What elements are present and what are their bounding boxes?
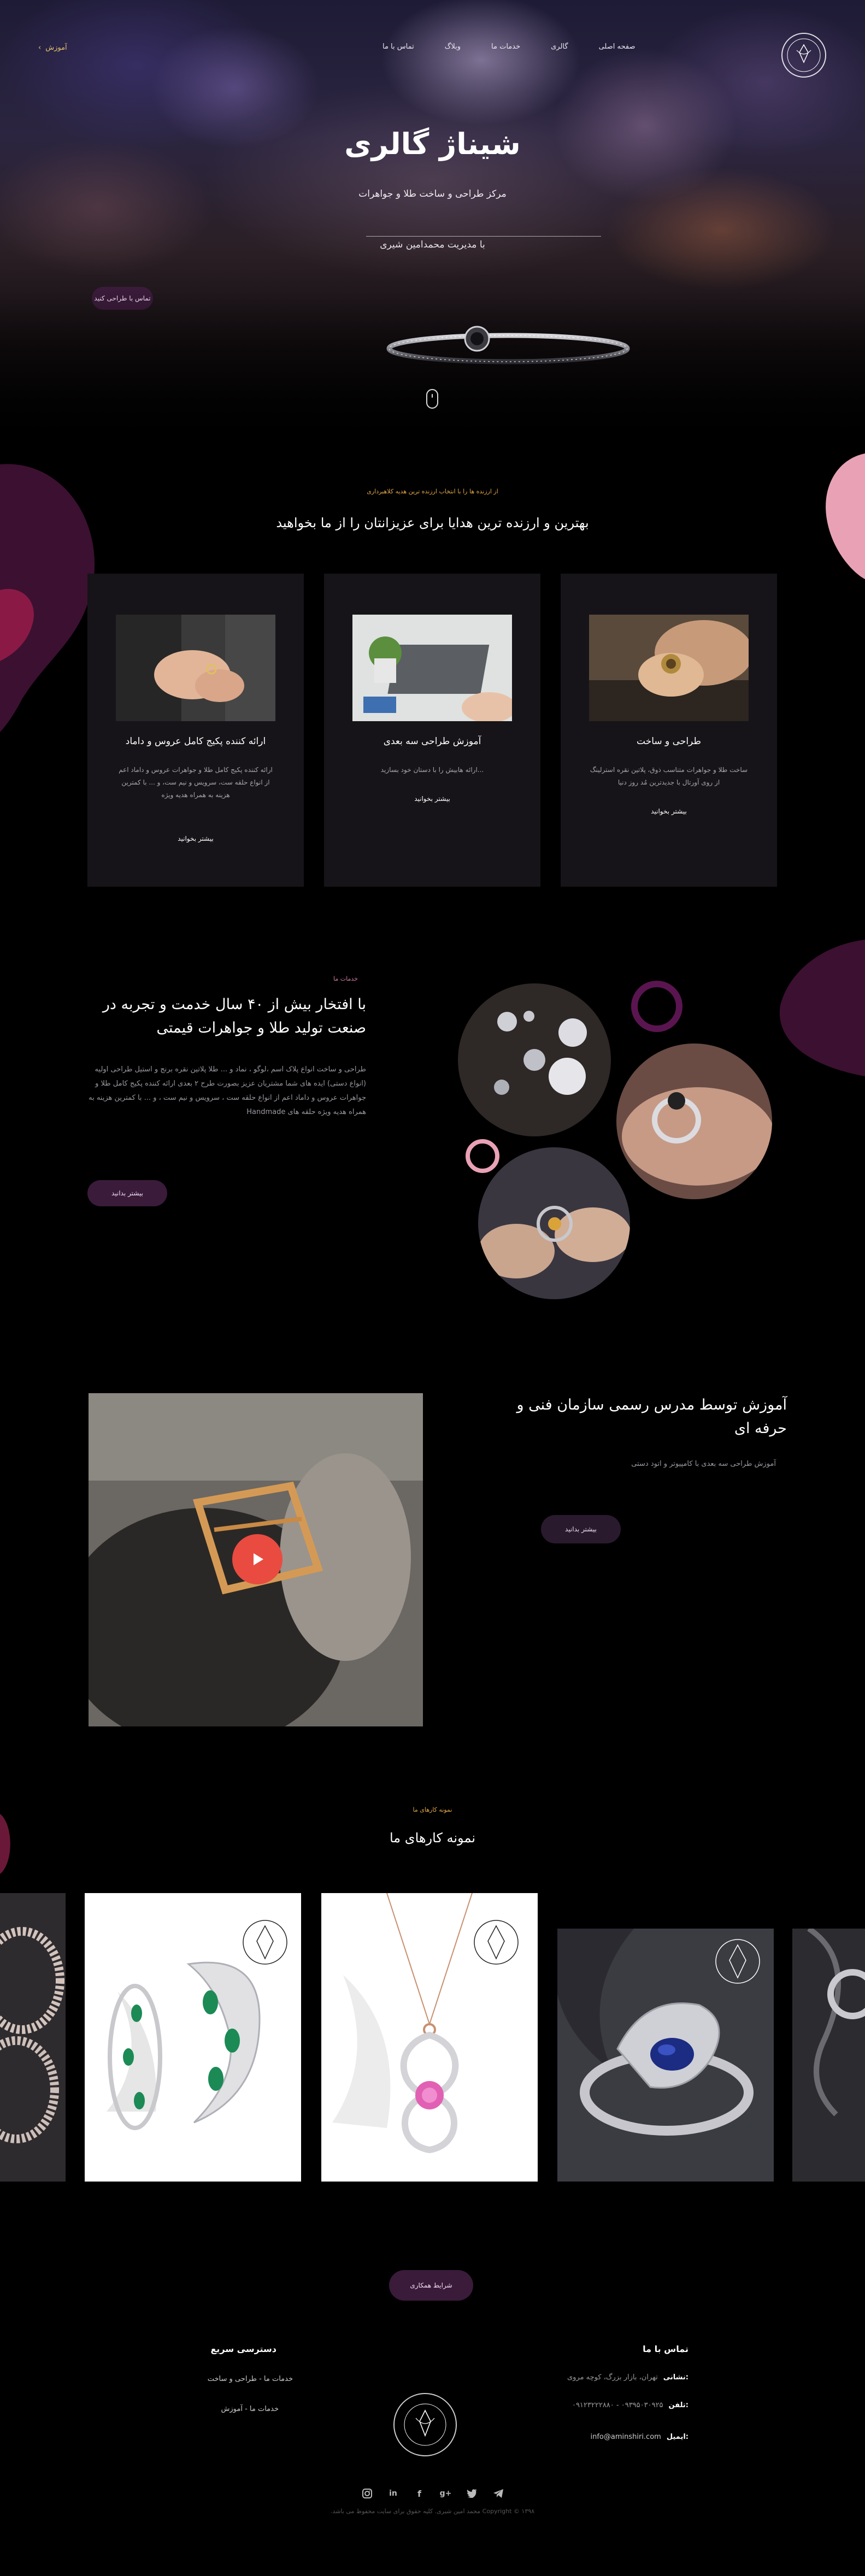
decor-blob-right-2: [779, 940, 865, 1076]
chevron-left-icon: ‹: [38, 44, 42, 52]
hero-contact-button[interactable]: تماس با طراحی کنید: [92, 287, 153, 310]
portfolio-item-partial-right[interactable]: [792, 1929, 865, 2182]
training-title: آموزش توسط مدرس رسمی سازمان فنی و حرفه ا…: [516, 1396, 787, 1437]
training-link[interactable]: ‹ آموزش: [38, 44, 67, 52]
hero-ring-image: [386, 326, 630, 364]
hero-manager: با مدیریت محمدامین شیری: [380, 239, 485, 250]
card-image-3d: [352, 615, 512, 721]
service-card-wedding: ارائه کننده پکیج کامل عروس و داماد ارائه…: [87, 574, 304, 887]
address-label: نشانی:: [663, 2373, 689, 2382]
portfolio-item-pendant[interactable]: [321, 1893, 538, 2182]
training-link-label: آموزش: [45, 44, 67, 52]
services-title: بهترین و ارزنده ترین هدایا برای عزیزانتا…: [276, 515, 589, 530]
portfolio-item-ring[interactable]: [557, 1929, 774, 2182]
scroll-down-icon[interactable]: [426, 389, 438, 409]
about-image-craft: [478, 1147, 630, 1299]
contact-email: ایمیل: info@aminshiri.com: [541, 2433, 689, 2441]
about-title: با افتخار بیش از ۴۰ سال خدمت و تجربه در …: [102, 996, 366, 1037]
card-read-more-link[interactable]: بیشتر بخوانید: [324, 795, 540, 803]
quick-link-training[interactable]: خدمات ما - آموزش: [131, 2405, 279, 2413]
phone-value[interactable]: ۰۹۱۲۳۲۲۲۸۸۰ - ۰۹۳۹۵۰۳۰۹۲۵: [572, 2401, 663, 2409]
card-text: ساخت طلا و جواهرات متناسب ذوق، پلاتین نق…: [590, 766, 748, 786]
logo-emblem-icon: [787, 38, 821, 72]
about-tag: خدمات ما: [333, 975, 358, 982]
decor-ring-pink: [466, 1139, 499, 1173]
menu-item-services[interactable]: خدمات ما: [491, 43, 520, 51]
menu-item-blog[interactable]: وبلاگ: [445, 43, 461, 51]
card-image-design: [589, 615, 749, 721]
about-more-button[interactable]: بیشتر بدانید: [87, 1180, 167, 1206]
linkedin-icon[interactable]: in: [387, 2487, 400, 2500]
card-text: ...ارائه هابیش را با دستان خود بسازید: [380, 766, 484, 774]
about-text: طراحی و ساخت انواع پلاک اسم ،لوگو ، نماد…: [89, 1065, 366, 1116]
address-value: تهران، بازار بزرگ، کوچه مروی: [567, 2373, 658, 2382]
training-video[interactable]: [89, 1393, 423, 1726]
card-title: طراحی و ساخت: [637, 736, 701, 747]
email-value[interactable]: info@aminshiri.com: [590, 2433, 661, 2441]
hero-subtitle: مرکز طراحی و ساخت طلا و جواهرات: [358, 188, 507, 199]
social-links: g+ f in: [0, 2487, 865, 2500]
quick-access-heading: دسترسی سریع: [210, 2344, 276, 2354]
service-card-3d: آموزش طراحی سه بعدی ...ارائه هابیش را با…: [324, 574, 540, 887]
copyright: Copyright © ۱۳۹۸ محمد امین شیری. کلیه حق…: [330, 2508, 535, 2515]
about-image-ring-hand: [616, 1044, 772, 1199]
hero-title: شیناژ گالری: [344, 127, 521, 161]
facebook-icon[interactable]: f: [413, 2487, 426, 2500]
contact-phone: تلفن: ۰۹۱۲۳۲۲۲۸۸۰ - ۰۹۳۹۵۰۳۰۹۲۵: [541, 2401, 689, 2409]
hero-divider: [366, 236, 601, 237]
service-card-design: طراحی و ساخت ساخت طلا و جواهرات متناسب ذ…: [561, 574, 777, 887]
contact-address: نشانی: تهران، بازار بزرگ، کوچه مروی: [541, 2373, 689, 2382]
portfolio-item-earrings[interactable]: [85, 1893, 301, 2182]
training-more-button[interactable]: بیشتر بدانید: [541, 1515, 621, 1543]
training-text: آموزش طراحی سه بعدی با کامپیوتر و اتود د…: [631, 1460, 776, 1468]
card-title: ارائه کننده پکیج کامل عروس و داماد: [125, 736, 266, 747]
cooperation-button[interactable]: شرایط همکاری: [389, 2270, 473, 2301]
email-label: ایمیل:: [666, 2433, 689, 2441]
card-read-more-link[interactable]: بیشتر بخوانید: [561, 807, 777, 815]
site-logo[interactable]: [781, 33, 826, 78]
portfolio-tag: نمونه کارهای ما: [413, 1806, 452, 1813]
decor-ring-purple: [631, 981, 682, 1032]
about-image-diamonds: [458, 983, 611, 1136]
contact-heading: تماس با ما: [643, 2344, 689, 2354]
portfolio-title: نمونه کارهای ما: [389, 1830, 475, 1846]
twitter-icon[interactable]: [466, 2487, 479, 2500]
menu-item-contact[interactable]: تماس با ما: [383, 43, 414, 51]
phone-label: تلفن:: [668, 2401, 689, 2409]
navbar: صفحه اصلی گالری خدمات ما وبلاگ تماس با م…: [0, 0, 865, 98]
quick-link-design[interactable]: خدمات ما - طراحی و ساخت: [131, 2375, 293, 2383]
card-title: آموزش طراحی سه بعدی: [383, 736, 481, 747]
card-text: ارائه کننده پکیج کامل طلا و جواهرات عروس…: [119, 766, 273, 799]
services-tagline: از ارزنده ها را با انتخاب ارزنده ترین هد…: [367, 488, 498, 495]
telegram-icon[interactable]: [492, 2487, 505, 2500]
portfolio-item-partial-left[interactable]: [0, 1893, 66, 2182]
card-read-more-link[interactable]: بیشتر بخوانید: [87, 835, 304, 842]
menu-item-home[interactable]: صفحه اصلی: [599, 43, 635, 51]
main-menu: صفحه اصلی گالری خدمات ما وبلاگ تماس با م…: [383, 43, 635, 51]
instagram-icon[interactable]: [361, 2487, 374, 2500]
play-icon[interactable]: [232, 1534, 283, 1584]
google-plus-icon[interactable]: g+: [439, 2487, 452, 2500]
card-image-wedding: [116, 615, 275, 721]
menu-item-gallery[interactable]: گالری: [551, 43, 568, 51]
decor-blob-left-2: [0, 1814, 10, 1874]
hero-section: صفحه اصلی گالری خدمات ما وبلاگ تماس با م…: [0, 0, 865, 453]
footer-logo[interactable]: [393, 2393, 457, 2456]
logo-emblem-icon: [404, 2403, 446, 2446]
